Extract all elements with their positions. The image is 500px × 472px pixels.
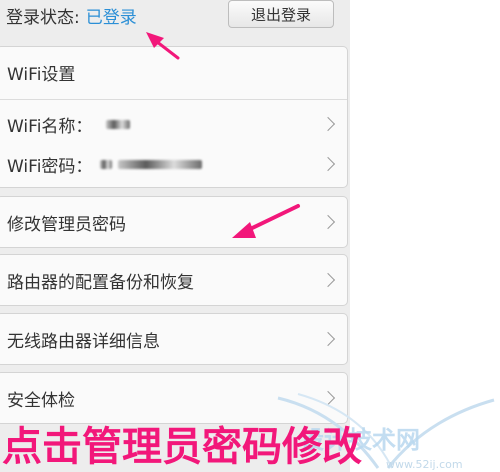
wifi-settings-header: WiFi设置 (7, 59, 337, 85)
chevron-right-icon (320, 331, 336, 347)
chevron-right-icon (320, 214, 336, 230)
router-details-label: 无线路由器详细信息 (7, 331, 160, 352)
divider (0, 99, 347, 100)
wifi-password-value-masked (100, 159, 113, 169)
wifi-password-label: WiFi密码： (7, 156, 93, 177)
wifi-settings-card: WiFi设置 WiFi名称： WiFi密码： (0, 46, 348, 188)
instruction-caption: 点击管理员密码修改 (2, 424, 362, 470)
chevron-right-icon (320, 116, 336, 132)
backup-restore-label: 路由器的配置备份和恢复 (7, 272, 194, 293)
wifi-password-row[interactable]: WiFi密码： (7, 151, 347, 177)
login-status-value: 已登录 (85, 7, 137, 28)
wifi-name-row[interactable]: WiFi名称： (7, 111, 347, 137)
login-status-label: 登录状态: (6, 7, 80, 28)
watermark-url: www.52ij.com (386, 458, 463, 471)
logout-button[interactable]: 退出登录 (228, 0, 334, 28)
wifi-name-label: WiFi名称： (7, 116, 93, 137)
wifi-settings-title: WiFi设置 (7, 64, 76, 85)
chevron-right-icon (320, 272, 336, 288)
security-check-label: 安全体检 (7, 390, 75, 411)
chevron-right-icon (320, 156, 336, 172)
change-admin-password-label: 修改管理员密码 (7, 214, 126, 235)
wifi-password-value-masked-2 (118, 159, 203, 169)
router-details-item[interactable]: 无线路由器详细信息 (0, 313, 348, 365)
wifi-name-value-masked (106, 119, 131, 129)
change-admin-password-item[interactable]: 修改管理员密码 (0, 196, 348, 248)
backup-restore-item[interactable]: 路由器的配置备份和恢复 (0, 254, 348, 306)
